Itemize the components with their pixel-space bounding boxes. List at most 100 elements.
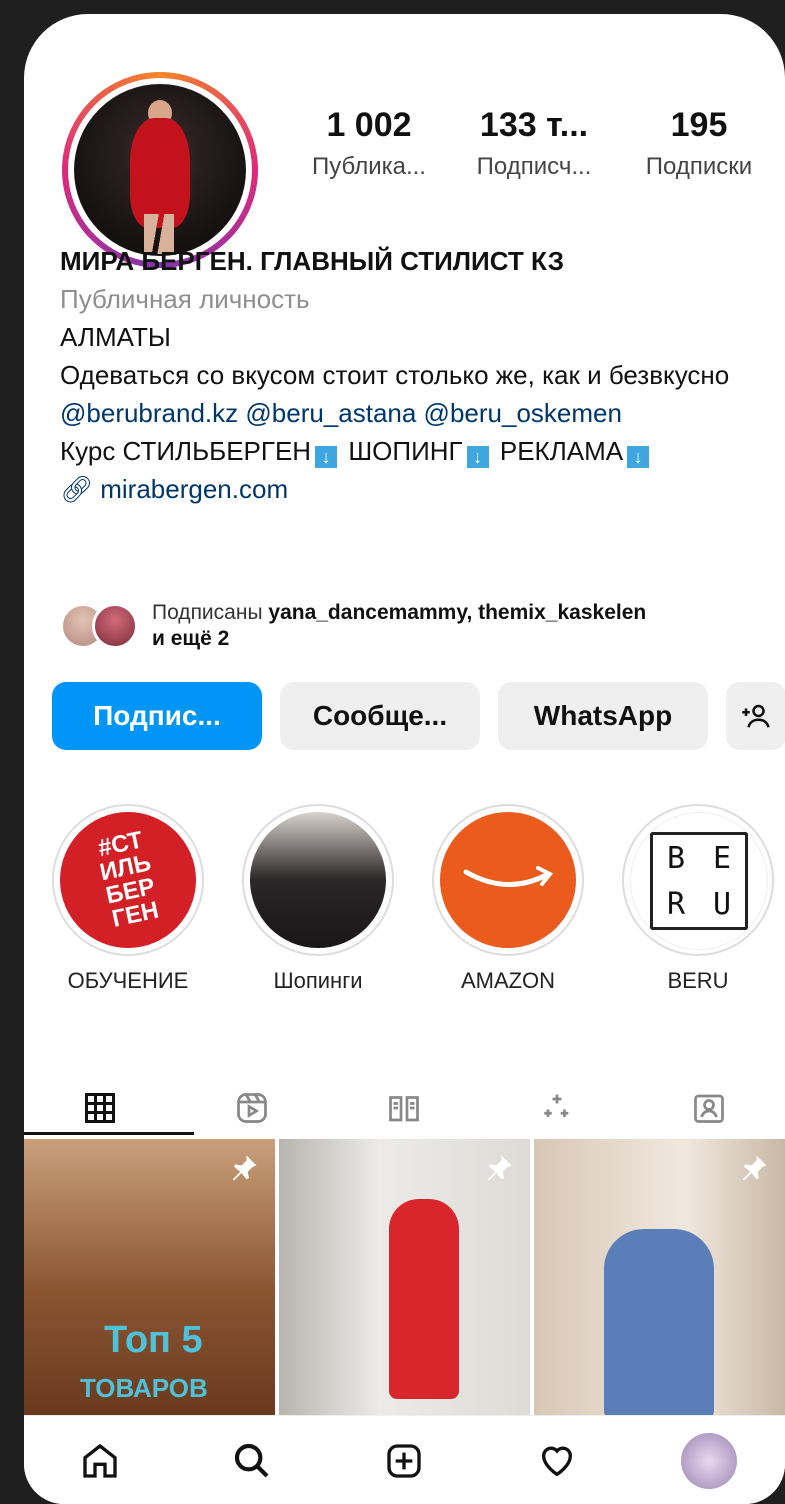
post-tile[interactable] <box>534 1139 785 1415</box>
profile-website[interactable]: 🔗︎ mirabergen.com <box>60 470 775 508</box>
link-icon: 🔗︎ <box>60 474 94 504</box>
ads-text: РЕКЛАМА <box>499 436 624 466</box>
stat-posts-value: 1 002 <box>326 106 412 144</box>
nav-activity[interactable] <box>522 1426 592 1496</box>
highlight-ring <box>432 804 584 956</box>
profile-icon <box>680 1432 737 1489</box>
avatar-border <box>68 78 252 262</box>
tab-tagged[interactable] <box>669 1080 749 1136</box>
nav-home[interactable] <box>65 1426 135 1496</box>
profile-bio-line: Одеваться со вкусом стоит столько же, ка… <box>60 360 730 390</box>
course-text: Курс СТИЛЬБЕРГЕН <box>60 436 312 466</box>
highlight-cover-text: #СТ ИЛЬ БЕР ГЕН <box>93 826 163 932</box>
post-tile[interactable]: Топ 5 ТОВАРОВ <box>24 1139 275 1415</box>
tagged-icon <box>693 1094 724 1123</box>
tab-guides[interactable] <box>364 1080 444 1136</box>
post-overlay-text: Топ 5 <box>104 1319 203 1361</box>
down-arrow-icon: ↓ <box>466 446 489 468</box>
highlight-cover-red: #СТ ИЛЬ БЕР ГЕН <box>47 799 209 961</box>
message-button[interactable]: Сообще... <box>280 682 480 750</box>
post-tile[interactable] <box>279 1139 530 1415</box>
post-figure <box>604 1229 714 1415</box>
profile-stats: 1 002 Публика... 133 т... Подписч... 195… <box>294 106 774 181</box>
profile-avatar[interactable] <box>62 72 258 268</box>
beru-letter: U <box>712 886 732 922</box>
highlight-ring: B E R U <box>622 804 774 956</box>
post-overlay-text: ТОВАРОВ <box>80 1373 208 1403</box>
highlight-cover-amazon <box>440 812 576 948</box>
beru-letter: B <box>666 840 686 876</box>
bottom-navigation <box>24 1415 785 1504</box>
followed-by-text: Подписаны yana_dancemammy, themix_kaskel… <box>152 600 646 652</box>
followed-by[interactable]: Подписаны yana_dancemammy, themix_kaskel… <box>60 600 780 652</box>
nav-profile[interactable] <box>674 1426 744 1496</box>
avatar-photo <box>74 84 246 256</box>
highlight-label: AMAZON <box>460 968 556 993</box>
nav-create[interactable] <box>369 1426 439 1496</box>
activity-icon <box>541 1446 572 1476</box>
shopping-text: ШОПИНГ <box>348 436 463 466</box>
profile-city: АЛМАТЫ <box>60 322 171 352</box>
phone-screen: 1 002 Публика... 133 т... Подписч... 195… <box>24 14 785 1504</box>
profile-website-text: mirabergen.com <box>100 474 289 504</box>
highlight-label: Шопинги <box>273 968 363 993</box>
highlight-cover-group-photo <box>250 812 386 948</box>
amazon-smile-icon <box>463 866 554 887</box>
beru-logo: B E R U <box>650 832 748 930</box>
highlight-label: ОБУЧЕНИЕ <box>67 968 189 993</box>
highlight-shoppings[interactable]: Шопинги <box>242 804 394 994</box>
stat-posts[interactable]: 1 002 Публика... <box>294 106 444 181</box>
home-icon <box>83 1443 117 1478</box>
effects-icon <box>543 1094 568 1117</box>
stat-following-label: Подписки <box>645 153 753 180</box>
highlight-ring <box>242 804 394 956</box>
highlight-ring: #СТ ИЛЬ БЕР ГЕН <box>47 799 209 961</box>
stat-followers-label: Подписч... <box>476 153 592 180</box>
pin-icon <box>742 1155 767 1181</box>
followed-by-suffix: и ещё 2 <box>152 627 230 650</box>
highlight-beru[interactable]: B E R U BERU <box>622 804 774 994</box>
pin-icon <box>232 1155 257 1181</box>
post-grid: Топ 5 ТОВАРОВ <box>24 1139 785 1415</box>
stat-followers-value: 133 т... <box>479 106 589 144</box>
follow-button[interactable]: Подпис... <box>52 682 262 750</box>
beru-letter: E <box>712 840 732 876</box>
create-icon <box>387 1443 422 1478</box>
profile-course-line: Курс СТИЛЬБЕРГЕН ↓ ШОПИНГ ↓ РЕКЛАМА ↓ <box>60 432 775 470</box>
story-highlights: #СТ ИЛЬ БЕР ГЕН ОБУЧЕНИЕ Шопинги AMAZON … <box>47 799 785 994</box>
follower-avatar <box>92 603 138 649</box>
beru-letter: R <box>666 886 686 922</box>
stat-followers[interactable]: 133 т... Подписч... <box>459 106 609 181</box>
grid-icon <box>85 1093 116 1123</box>
add-person-icon <box>742 704 770 728</box>
guide-icon <box>389 1096 420 1122</box>
stat-posts-label: Публика... <box>312 153 426 180</box>
tab-reels[interactable] <box>212 1080 292 1136</box>
reels-icon <box>237 1093 268 1123</box>
avatar-dress <box>130 118 190 228</box>
whatsapp-button[interactable]: WhatsApp <box>498 682 708 750</box>
tab-effects[interactable] <box>517 1080 597 1136</box>
nav-search[interactable] <box>217 1426 287 1496</box>
add-person-button[interactable] <box>726 682 785 750</box>
highlight-amazon[interactable]: AMAZON <box>432 804 584 994</box>
profile-mentions[interactable]: @berubrand.kz @beru_astana @beru_oskemen <box>60 394 775 432</box>
stat-following-value: 195 <box>670 106 728 144</box>
active-tab-indicator <box>24 1132 194 1135</box>
highlight-obuchenie[interactable]: #СТ ИЛЬ БЕР ГЕН ОБУЧЕНИЕ <box>47 799 209 994</box>
highlight-cover-beru: B E R U <box>630 812 768 950</box>
down-arrow-icon: ↓ <box>627 446 650 468</box>
profile-tabs <box>24 1080 785 1136</box>
tab-grid[interactable] <box>60 1080 140 1136</box>
followed-by-prefix: Подписаны <box>152 601 263 624</box>
profile-category: Публичная личность <box>60 284 310 314</box>
stat-following[interactable]: 195 Подписки <box>624 106 774 181</box>
profile-bio: МИРА БЕРГЕН. ГЛАВНЫЙ СТИЛИСТ КЗ Публична… <box>60 242 775 508</box>
down-arrow-icon: ↓ <box>315 446 338 468</box>
profile-name: МИРА БЕРГЕН. ГЛАВНЫЙ СТИЛИСТ КЗ <box>60 246 565 276</box>
profile-actions: Подпис... Сообще... WhatsApp <box>52 682 785 750</box>
search-icon <box>235 1443 269 1477</box>
pin-icon <box>487 1155 512 1181</box>
post-figure <box>389 1199 459 1399</box>
highlight-label: BERU <box>667 968 729 993</box>
